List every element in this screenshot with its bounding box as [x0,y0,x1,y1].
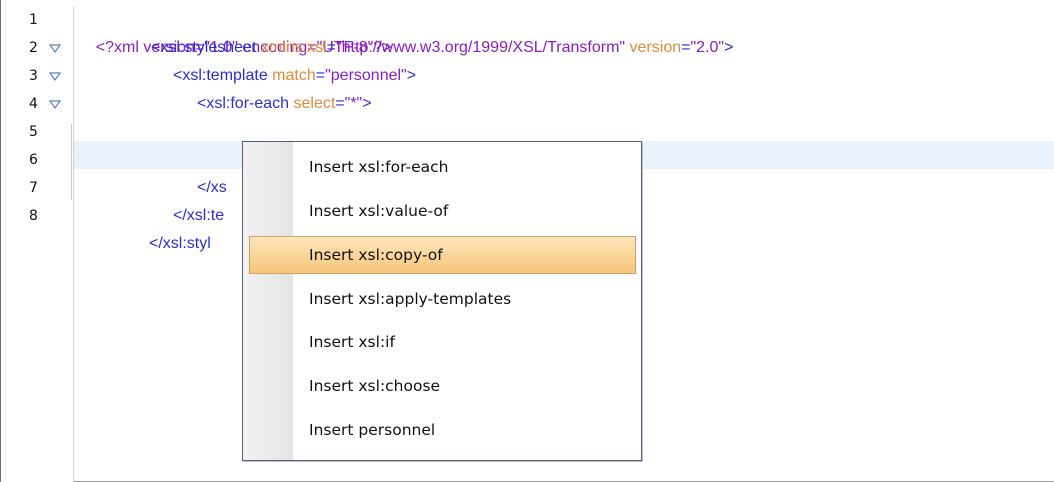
equals-sign: = [335,95,345,112]
attribute-name: select [293,95,336,112]
completion-item-apply-templates[interactable]: Insert xsl:apply-templates [249,280,636,318]
line-number-text: 2 [29,40,38,56]
completion-item-for-each[interactable]: Insert xsl:for-each [249,148,636,186]
line-number: 2 [21,34,73,62]
line-number-text: 7 [29,180,38,196]
triangle-down-icon[interactable] [48,90,62,118]
line-number: 8 [21,202,73,230]
line-number-text: 3 [29,68,38,84]
line-number: 1 [21,6,73,34]
attribute-value: "*" [344,95,363,112]
line-number-text: 8 [29,208,38,224]
attribute-value: "personnel" [325,67,407,84]
line-number-text: 1 [29,12,38,28]
code-line-3[interactable]: <xsl:template match="personnel"> [173,62,416,90]
closing-tag: </xsl:te [173,207,225,224]
equals-sign: = [315,67,326,84]
closing-tag: </xs [197,179,227,196]
line-number: 6 [21,146,73,174]
attribute-name: xmlns:xsl [260,39,327,56]
line-number-text: 4 [29,96,38,112]
line-number-text: 6 [29,152,38,168]
line-number-text: 5 [29,124,38,140]
line-number: 7 [21,174,73,202]
completion-item-choose[interactable]: Insert xsl:choose [249,367,636,405]
tag-close: > [724,39,734,56]
code-line-2[interactable]: <xsl:stylesheet xmlns:xsl="http://www.w3… [151,34,733,62]
line-number: 4 [21,90,73,118]
completion-item-value-of[interactable]: Insert xsl:value-of [249,192,636,230]
tag-name: <xsl:stylesheet [151,39,257,56]
code-line-6[interactable]: </xs [197,174,227,202]
equals-sign: = [326,39,336,56]
content-completion-popup[interactable]: Insert xsl:for-each Insert xsl:value-of … [242,141,642,461]
code-line-7[interactable]: </xsl:te [173,202,224,230]
triangle-down-icon[interactable] [48,62,62,90]
attribute-value: "http://www.w3.org/1999/XSL/Transform" [335,39,626,56]
completion-item-copy-of[interactable]: Insert xsl:copy-of [249,236,636,274]
line-number: 5 [21,118,73,146]
line-number-gutter: 1 2 3 4 5 6 7 8 [1,0,73,482]
attribute-value: "2.0" [690,39,725,56]
tag-name: <xsl:for-each [197,95,290,112]
code-line-8[interactable]: </xsl:styl [149,230,211,258]
completion-item-if[interactable]: Insert xsl:if [249,323,636,361]
attribute-name: version [629,39,682,56]
tag-close: > [406,67,417,84]
triangle-down-icon[interactable] [48,34,62,62]
code-line-4[interactable]: <xsl:for-each select="*"> [197,90,372,118]
gutter-separator [73,6,74,482]
tag-close: > [362,95,372,112]
xml-editor[interactable]: 1 2 3 4 5 6 7 8 <?xml version="1.0" enco… [0,0,1054,482]
completion-item-personnel[interactable]: Insert personnel [249,411,636,449]
line-number: 3 [21,62,73,90]
closing-tag: </xsl:styl [149,235,211,252]
code-line-1[interactable]: <?xml version="1.0" encoding="UTF-8"?> [78,6,392,56]
attribute-name: match [272,67,316,84]
fold-range-line [71,124,72,200]
tag-name: <xsl:template [173,67,268,84]
